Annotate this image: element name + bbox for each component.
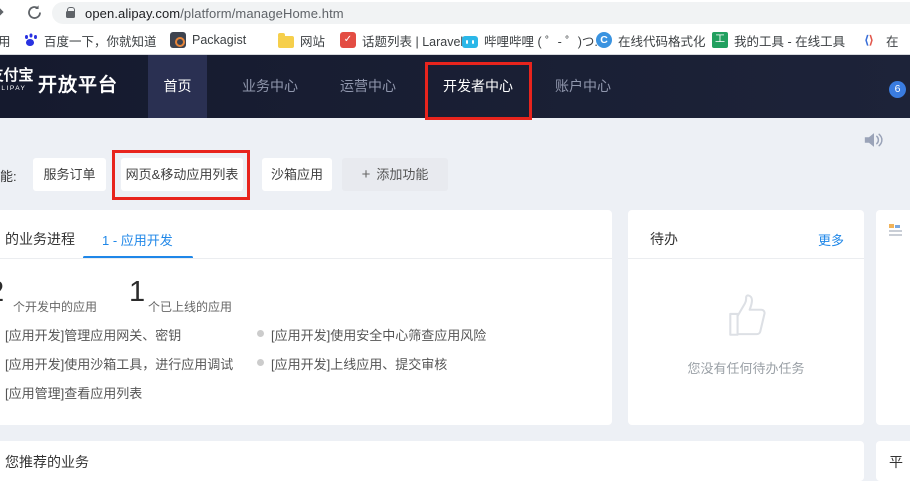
bookmark-item[interactable]: Packagist [170, 30, 246, 50]
packagist-icon [170, 32, 186, 48]
bookmark-label: 百度一下，你就知道 [44, 31, 157, 50]
divider [628, 258, 864, 259]
progress-card-title: 的业务进程 [5, 229, 75, 249]
baidu-icon [22, 32, 38, 48]
partial-right-card [876, 210, 910, 425]
partial-widget-icon [889, 224, 903, 237]
todo-card: 待办 更多 您没有任何待办任务 [628, 210, 864, 425]
annotation-box-developer-center [425, 62, 532, 120]
nav-item-home[interactable]: 首页 [148, 55, 207, 118]
bookmark-label: 用 [0, 31, 11, 50]
thumbs-up-icon [723, 290, 773, 347]
bookmark-label: 在 [886, 31, 899, 50]
business-progress-card: 的业务进程 1 - 应用开发 2 个开发中的应用 1 个已上线的应用 [应用开发… [0, 210, 612, 425]
alipay-logo-en: ALIPAY [0, 85, 36, 92]
divider [0, 258, 612, 259]
url-domain: open.alipay.com [85, 6, 180, 21]
partial-card-title: 平 [889, 452, 903, 472]
bookmark-label: 我的工具 - 在线工具 [734, 31, 845, 50]
stat-developing-count: 2 [0, 276, 4, 309]
browser-toolbar: ➔ open.alipay.com/platform/manageHome.ht… [0, 0, 910, 26]
bookmark-item[interactable]: ⟨⟩ 在 [864, 30, 899, 50]
service-orders-button[interactable]: 服务订单 [33, 158, 106, 191]
bookmark-label: 哔哩哔哩 ( ゜- ゜)つ... [484, 31, 605, 50]
todo-more-link[interactable]: 更多 [818, 230, 844, 249]
recommend-card: 您推荐的业务 [0, 441, 864, 481]
add-function-button[interactable]: 添加功能 [342, 158, 448, 191]
announcement-speaker-icon[interactable] [863, 130, 885, 155]
task-item[interactable]: [应用开发]使用安全中心筛查应用风险 [271, 325, 486, 344]
nav-item-business-center[interactable]: 业务中心 [228, 55, 312, 118]
stat-online-label: 个已上线的应用 [148, 298, 232, 315]
task-item[interactable]: [应用管理]查看应用列表 [5, 383, 142, 402]
bookmark-item[interactable]: C 在线代码格式化 [596, 30, 706, 50]
laravel-forum-icon: ✓ [340, 32, 356, 48]
plus-icon [362, 167, 377, 182]
bookmark-label: 在线代码格式化 [618, 31, 706, 50]
tab-app-development[interactable]: 1 - 应用开发 [102, 230, 173, 249]
bookmark-item[interactable]: 工 我的工具 - 在线工具 [712, 30, 845, 50]
bullet-dot [257, 359, 264, 366]
bookmark-item[interactable]: 网站 [278, 30, 325, 50]
address-bar[interactable]: open.alipay.com/platform/manageHome.htm [52, 2, 910, 24]
reload-icon[interactable] [26, 4, 43, 26]
quickbar-label: 能: [0, 166, 17, 185]
nav-item-account-center[interactable]: 账户中心 [541, 55, 625, 118]
bookmarks-bar: 用 百度一下，你就知道 Packagist 网站 ✓ 话题列表 | Larave… [0, 26, 910, 55]
site-title: 开放平台 [38, 55, 118, 118]
recommend-card-title: 您推荐的业务 [5, 452, 89, 472]
bookmark-item[interactable]: 百度一下，你就知道 [22, 30, 157, 50]
sandbox-app-button[interactable]: 沙箱应用 [262, 158, 332, 191]
url-path: /platform/manageHome.htm [180, 6, 344, 21]
forward-icon[interactable]: ➔ [0, 2, 4, 22]
alipay-logo: 支付宝 [0, 68, 36, 84]
folder-icon [278, 36, 294, 48]
stat-online-count: 1 [129, 276, 145, 309]
bookmark-label: Packagist [192, 33, 246, 47]
stat-developing-label: 个开发中的应用 [13, 298, 97, 315]
partial-right-bottom-card: 平 [876, 441, 910, 481]
task-item[interactable]: [应用开发]使用沙箱工具，进行应用调试 [5, 354, 233, 373]
bookmark-item[interactable]: 哔哩哔哩 ( ゜- ゜)つ... [462, 30, 605, 50]
tools-icon: 工 [712, 32, 728, 48]
code-brackets-icon: ⟨⟩ [864, 32, 880, 48]
bookmark-label: 话题列表 | Laravel... [362, 31, 474, 50]
lock-icon [66, 11, 75, 18]
code-format-icon: C [596, 32, 612, 48]
annotation-box-web-mobile-app-list [112, 150, 250, 200]
notification-badge[interactable]: 6 [889, 81, 906, 98]
task-item[interactable]: [应用开发]管理应用网关、密钥 [5, 325, 181, 344]
nav-item-operation-center[interactable]: 运营中心 [326, 55, 410, 118]
bookmark-item[interactable]: ✓ 话题列表 | Laravel... [340, 30, 474, 50]
bookmark-item[interactable]: 用 [0, 30, 11, 50]
task-item[interactable]: [应用开发]上线应用、提交审核 [271, 354, 447, 373]
todo-empty-text: 您没有任何待办任务 [628, 358, 864, 377]
bilibili-icon [462, 36, 478, 48]
todo-card-title: 待办 [650, 229, 678, 249]
bullet-dot [257, 330, 264, 337]
bookmark-label: 网站 [300, 31, 325, 50]
